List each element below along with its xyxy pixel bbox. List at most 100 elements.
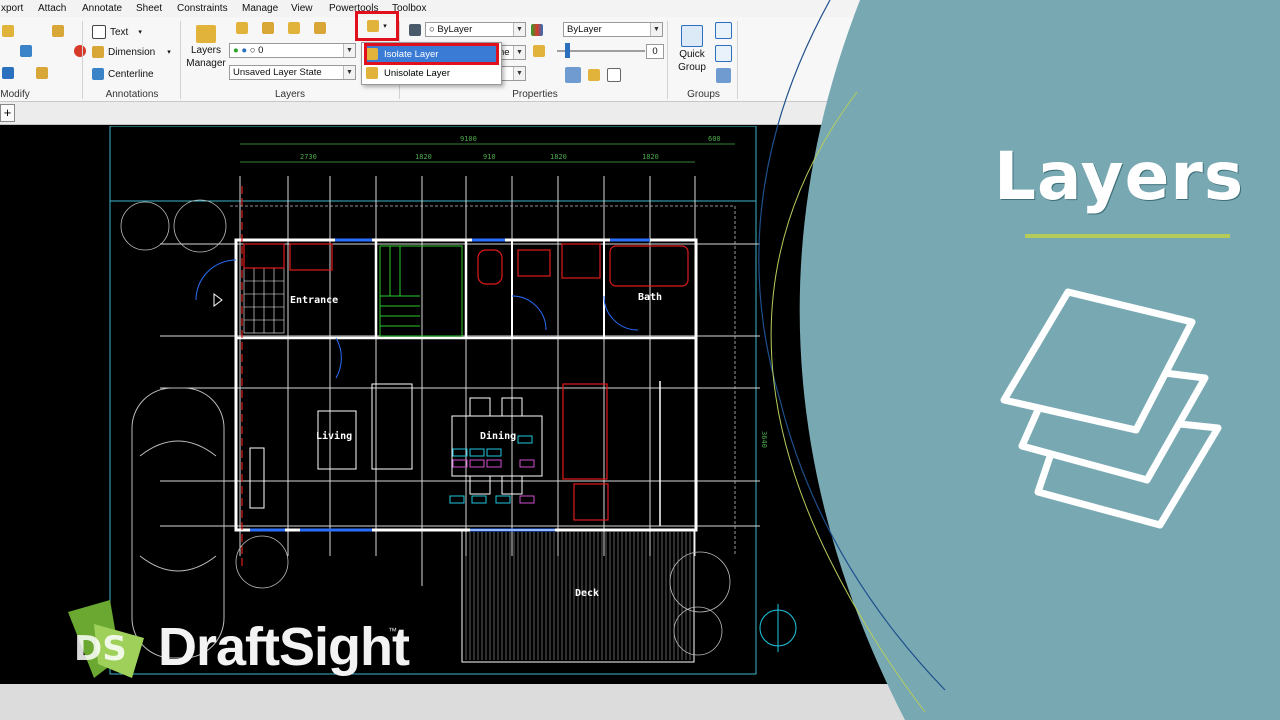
isolate-dropdown-menu: Isolate Layer Unisolate Layer — [361, 42, 502, 85]
explode-icon[interactable] — [74, 45, 86, 57]
isolate-layer-button[interactable]: ▾ — [355, 11, 399, 41]
move-icon[interactable] — [2, 67, 14, 79]
new-tab-button[interactable]: + — [0, 104, 15, 122]
menu-bar: xport Attach Annotate Sheet Constraints … — [0, 0, 1280, 17]
quick-group-line1: Quick — [679, 49, 705, 60]
layer-value: 0 — [258, 45, 264, 56]
layers-manager-line2: Manager — [186, 58, 226, 69]
layer-previous-icon[interactable] — [262, 22, 274, 34]
modify-row2[interactable] — [20, 45, 86, 57]
properties-list-icon[interactable] — [588, 69, 600, 81]
unisolate-layer-label: Unisolate Layer — [384, 67, 451, 79]
layers-manager-icon — [196, 25, 216, 43]
layer-tool-row[interactable] — [236, 22, 326, 34]
menu-sheet[interactable]: Sheet — [136, 3, 162, 14]
color-value: ByLayer — [437, 24, 473, 35]
entrance-tiles — [243, 267, 285, 334]
transparency-slider-handle[interactable] — [565, 43, 570, 58]
lineweight-icon — [531, 24, 543, 36]
linetype-combo[interactable]: ByLayer ▼ — [563, 22, 663, 37]
quick-group-icon — [681, 25, 703, 47]
modify-row3[interactable] — [2, 67, 48, 79]
stairs — [379, 245, 463, 337]
menu-constraints[interactable]: Constraints — [177, 3, 228, 14]
grid-lines — [160, 176, 760, 586]
layer-isolate-icon — [367, 20, 380, 32]
properties-tools-row[interactable] — [565, 67, 621, 83]
site-boundary — [109, 125, 757, 675]
modify-tools[interactable] — [2, 25, 64, 37]
logo-text: DraftSight — [158, 617, 410, 677]
layers-manager-line1: Layers — [190, 45, 221, 56]
menu-toolbox[interactable]: Toolbox — [392, 3, 426, 14]
menu-annotate[interactable]: Annotate — [82, 3, 122, 14]
transparency-value: 0 — [652, 46, 658, 57]
dim-5: 1820 — [642, 153, 659, 161]
transparency-icon-wrap — [533, 45, 545, 57]
group-select-icon[interactable] — [716, 68, 731, 83]
room-entrance: Entrance — [290, 295, 338, 306]
layer-unisolate-icon — [366, 67, 378, 79]
menu-view[interactable]: View — [291, 3, 313, 14]
transparency-slider-track[interactable] — [557, 50, 645, 52]
group-label-annotations: Annotations — [105, 89, 159, 100]
menu-manage[interactable]: Manage — [242, 3, 278, 14]
dim-right: 600 — [708, 135, 721, 143]
dim-overall: 9100 — [460, 135, 477, 143]
room-bath: Bath — [638, 292, 662, 303]
group-label-properties: Properties — [512, 89, 558, 100]
group-ungroup-icon[interactable] — [715, 45, 732, 62]
layer-state-combo[interactable]: Unsaved Layer State ▼ — [229, 65, 356, 80]
menu-export[interactable]: xport — [1, 3, 23, 14]
ds-logo-mark: DS — [68, 600, 144, 678]
overlay-title: Layers — [994, 138, 1245, 215]
transparency-icon — [533, 45, 545, 57]
isolate-layer-item[interactable]: Isolate Layer — [364, 43, 499, 65]
group-tools-column[interactable] — [715, 22, 732, 83]
group-label-groups: Groups — [687, 89, 720, 100]
pencil-icon[interactable] — [2, 25, 14, 37]
erase-icon[interactable] — [52, 25, 64, 37]
layer-isolate-icon — [366, 48, 378, 60]
layer-state-value: Unsaved Layer State — [233, 67, 322, 78]
entrance-arrow — [213, 293, 223, 307]
unisolate-layer-item[interactable]: Unisolate Layer — [366, 64, 497, 82]
status-bar — [0, 684, 1280, 720]
color-fill-icon-wrap[interactable] — [409, 24, 421, 36]
dimension-tool[interactable]: Dimension ▾ — [92, 46, 171, 58]
transparency-value-box[interactable]: 0 — [646, 44, 664, 59]
quick-group-button[interactable]: Quick Group — [676, 25, 708, 73]
color-combo[interactable]: ○ ByLayer ▼ — [425, 22, 526, 37]
linetype-value: ByLayer — [567, 24, 602, 35]
stretch-icon[interactable] — [36, 67, 48, 79]
group-edit-icon[interactable] — [715, 22, 732, 39]
copy-icon[interactable] — [20, 45, 32, 57]
dimension-label: Dimension — [108, 46, 156, 58]
group-label-modify: Modify — [0, 89, 30, 100]
windows — [250, 238, 650, 532]
text-tool[interactable]: Text ▾ — [92, 25, 142, 39]
separator — [82, 21, 83, 99]
lineweight-icon-wrap[interactable] — [531, 24, 543, 36]
layer-walk-icon[interactable] — [314, 22, 326, 34]
layers-manager-button[interactable]: Layers Manager — [186, 25, 226, 69]
layer-tool-icon[interactable] — [236, 22, 248, 34]
match-properties-icon[interactable] — [565, 67, 581, 83]
logo-trademark: ™ — [388, 626, 397, 636]
title-underline — [1025, 234, 1230, 238]
centerline-tool[interactable]: Centerline — [92, 68, 154, 80]
dim-side: 3640 — [760, 431, 768, 448]
dim-1: 2730 — [300, 153, 317, 161]
properties-sheet-icon[interactable] — [607, 68, 621, 82]
separator — [667, 21, 668, 99]
centerline-icon — [92, 68, 104, 80]
dim-3: 910 — [483, 153, 496, 161]
room-dining: Dining — [480, 430, 516, 442]
document-tab-strip — [0, 102, 1280, 125]
dim-2: 1820 — [415, 153, 432, 161]
dim-4: 1820 — [550, 153, 567, 161]
isolate-layer-label: Isolate Layer — [384, 48, 439, 60]
layer-match-icon[interactable] — [288, 22, 300, 34]
menu-attach[interactable]: Attach — [38, 3, 66, 14]
layer-combo[interactable]: ● ● ○ 0 ▼ — [229, 43, 356, 58]
